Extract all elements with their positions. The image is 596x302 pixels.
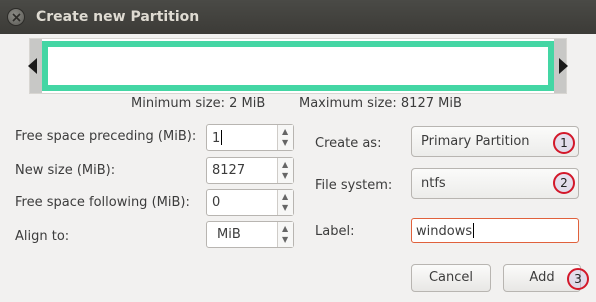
title-bar: Create new Partition (0, 0, 596, 34)
annotation-marker-1: 1 (553, 132, 575, 154)
chevron-down-icon[interactable]: ▼ (282, 204, 288, 212)
select-arrows[interactable]: ▲ ▼ (277, 222, 293, 247)
free-space-following-spinner[interactable]: 0 ▲ ▼ (206, 189, 294, 216)
left-resize-handle-icon[interactable] (28, 58, 37, 74)
new-size-value[interactable]: 8127 (212, 163, 245, 178)
chevron-down-icon[interactable]: ▼ (282, 172, 288, 180)
label-field-label: Label: (315, 224, 355, 239)
label-input-value[interactable]: windows (416, 223, 475, 239)
free-space-preceding-label: Free space preceding (MiB): (15, 129, 197, 144)
chevron-up-icon: ▲ (282, 224, 289, 233)
create-as-label: Create as: (315, 136, 382, 151)
chevron-up-icon[interactable]: ▲ (282, 161, 288, 169)
align-to-value: MiB (217, 227, 241, 242)
new-partition-block[interactable] (42, 41, 554, 91)
spin-arrows[interactable]: ▲ ▼ (277, 190, 293, 215)
maximum-size-label: Maximum size: 8127 MiB (299, 96, 462, 111)
free-space-following-value[interactable]: 0 (212, 195, 220, 210)
chevron-up-icon[interactable]: ▲ (282, 128, 288, 136)
window-title: Create new Partition (36, 9, 200, 25)
spin-arrows[interactable]: ▲ ▼ (277, 125, 293, 150)
label-input[interactable]: windows (411, 218, 579, 243)
free-space-preceding-value[interactable]: 1 (212, 130, 223, 146)
align-to-label: Align to: (15, 229, 70, 244)
right-resize-handle-icon[interactable] (559, 58, 568, 74)
file-system-value: ntfs (421, 176, 446, 191)
new-size-spinner[interactable]: 8127 ▲ ▼ (206, 157, 294, 184)
align-to-select[interactable]: MiB ▲ ▼ (206, 221, 294, 248)
spin-arrows[interactable]: ▲ ▼ (277, 158, 293, 183)
annotation-marker-2: 2 (553, 172, 575, 194)
annotation-marker-3: 3 (567, 268, 589, 290)
chevron-down-icon: ▼ (282, 235, 289, 244)
file-system-label: File system: (315, 178, 393, 193)
text-caret (221, 130, 223, 145)
chevron-up-icon[interactable]: ▲ (282, 193, 288, 201)
minimum-size-label: Minimum size: 2 MiB (131, 96, 266, 111)
new-size-label: New size (MiB): (15, 163, 116, 178)
free-space-preceding-spinner[interactable]: 1 ▲ ▼ (206, 124, 294, 151)
create-as-value: Primary Partition (421, 134, 530, 149)
close-button[interactable] (7, 8, 25, 26)
close-icon (12, 13, 21, 22)
free-space-following-label: Free space following (MiB): (15, 195, 190, 210)
text-caret (473, 223, 475, 238)
chevron-down-icon[interactable]: ▼ (282, 139, 288, 147)
partition-visualizer[interactable] (28, 38, 568, 94)
cancel-button[interactable]: Cancel (411, 264, 491, 292)
